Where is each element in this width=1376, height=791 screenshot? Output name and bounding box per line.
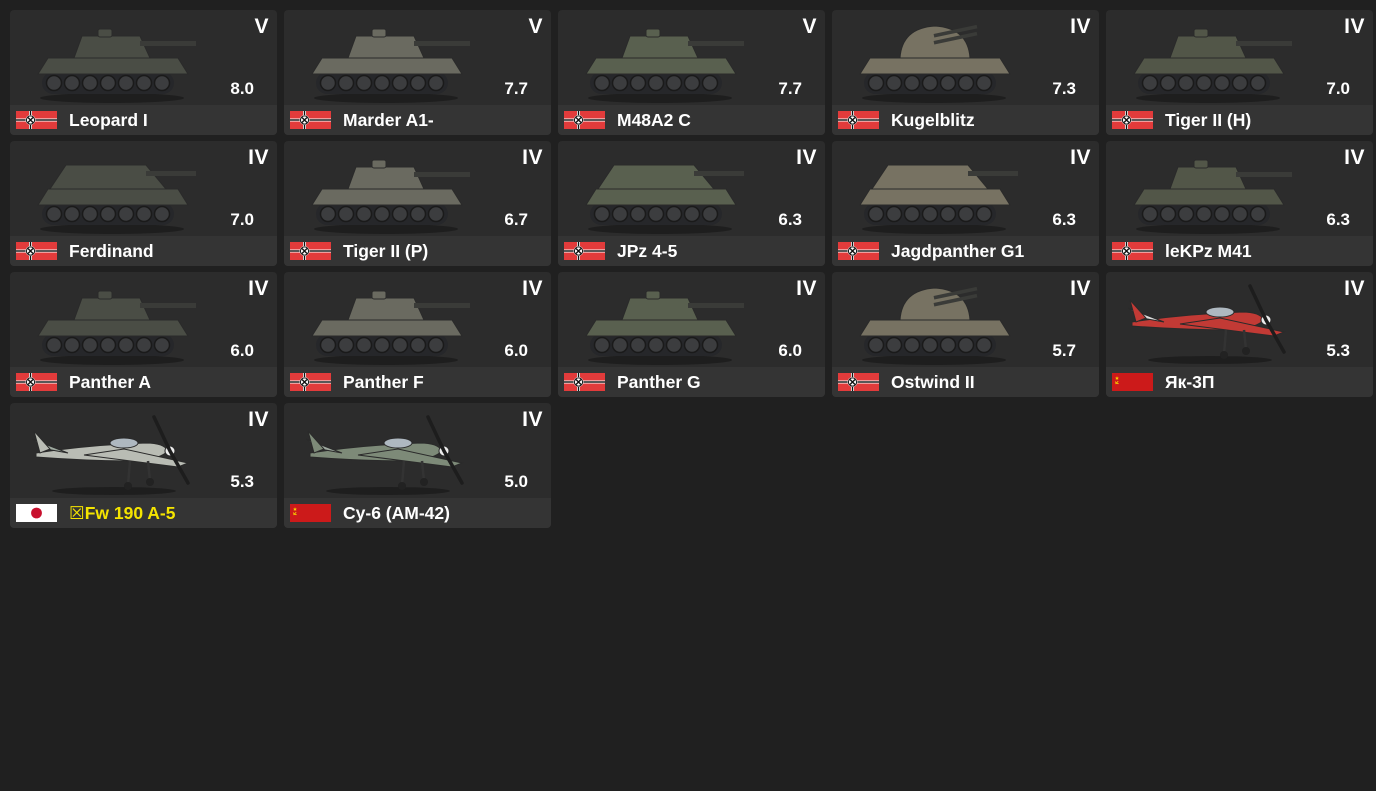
vehicle-card[interactable]: IV 6.0 Panther F	[284, 272, 551, 397]
vehicle-card[interactable]: IV 6.3 JPz 4-5	[558, 141, 825, 266]
battle-rating: 8.0	[230, 79, 254, 98]
vehicle-name: Ferdinand	[69, 241, 154, 261]
vehicle-name: JPz 4-5	[617, 241, 678, 261]
vehicle-name: Panther G	[617, 372, 701, 392]
vehicle-name: leKPz M41	[1165, 241, 1252, 261]
vehicle-name: Panther F	[343, 372, 424, 392]
vehicle-rank: IV	[522, 408, 543, 431]
vehicle-card[interactable]: V 7.7 M48A2 C	[558, 10, 825, 135]
vehicle-rank: IV	[248, 277, 269, 300]
vehicle-card[interactable]: IV 7.0 Tiger II (H)	[1106, 10, 1373, 135]
vehicle-rank: IV	[796, 146, 817, 169]
vehicle-card[interactable]: IV 6.7 Tiger II (P)	[284, 141, 551, 266]
vehicle-rank: V	[254, 15, 269, 38]
battle-rating: 6.0	[778, 341, 802, 360]
vehicle-name: Су-6 (АМ-42)	[343, 503, 450, 523]
battle-rating: 5.0	[504, 472, 528, 491]
vehicle-rank: IV	[248, 146, 269, 169]
battle-rating: 6.3	[778, 210, 802, 229]
vehicle-name: Ostwind II	[891, 372, 975, 392]
battle-rating: 6.3	[1326, 210, 1350, 229]
battle-rating: 5.7	[1052, 341, 1076, 360]
vehicle-rank: IV	[1070, 277, 1091, 300]
vehicle-card[interactable]: IV 6.3 leKPz M41	[1106, 141, 1373, 266]
vehicle-name: Tiger II (P)	[343, 241, 429, 261]
battle-rating: 5.3	[230, 472, 254, 491]
vehicle-card[interactable]: IV 7.0 Ferdinand	[10, 141, 277, 266]
vehicle-name: Як-3П	[1165, 372, 1215, 392]
vehicle-name: Panther A	[69, 372, 152, 392]
vehicle-card[interactable]: IV 6.3 Jagdpanther G1	[832, 141, 1099, 266]
vehicle-name: Kugelblitz	[891, 110, 975, 130]
battle-rating: 5.3	[1326, 341, 1350, 360]
battle-rating: 7.3	[1052, 79, 1076, 98]
battle-rating: 6.0	[230, 341, 254, 360]
vehicle-card[interactable]: IV 7.3 Kugelblitz	[832, 10, 1099, 135]
vehicle-card[interactable]: IV 6.0 Panther G	[558, 272, 825, 397]
vehicle-name: Jagdpanther G1	[891, 241, 1025, 261]
vehicle-card[interactable]: IV 5.3 ☒Fw 190 A-5	[10, 403, 277, 528]
vehicle-rank: IV	[248, 408, 269, 431]
vehicle-name: Marder A1-	[343, 110, 434, 130]
battle-rating: 7.0	[230, 210, 254, 229]
vehicle-grid: V 8.0 Leopard I V 7.7 Marder A1- V 7.7 M48A2 C IV…	[10, 10, 1373, 528]
vehicle-rank: IV	[522, 146, 543, 169]
vehicle-rank: IV	[1344, 15, 1365, 38]
vehicle-name: Tiger II (H)	[1165, 110, 1252, 130]
vehicle-name: Leopard I	[69, 110, 148, 130]
vehicle-card[interactable]: IV 5.0 Су-6 (АМ-42)	[284, 403, 551, 528]
battle-rating: 7.0	[1326, 79, 1350, 98]
vehicle-card[interactable]: V 7.7 Marder A1-	[284, 10, 551, 135]
vehicle-rank: V	[802, 15, 817, 38]
vehicle-rank: IV	[522, 277, 543, 300]
battle-rating: 7.7	[504, 79, 528, 98]
vehicle-rank: IV	[1070, 15, 1091, 38]
vehicle-rank: IV	[1344, 146, 1365, 169]
vehicle-rank: IV	[1070, 146, 1091, 169]
vehicle-rank: IV	[1344, 277, 1365, 300]
vehicle-card[interactable]: IV 6.0 Panther A	[10, 272, 277, 397]
vehicle-card[interactable]: IV 5.7 Ostwind II	[832, 272, 1099, 397]
battle-rating: 6.3	[1052, 210, 1076, 229]
battle-rating: 6.7	[504, 210, 528, 229]
battle-rating: 6.0	[504, 341, 528, 360]
vehicle-rank: IV	[796, 277, 817, 300]
vehicle-rank: V	[528, 15, 543, 38]
vehicle-name: M48A2 C	[617, 110, 691, 130]
vehicle-card[interactable]: V 8.0 Leopard I	[10, 10, 277, 135]
battle-rating: 7.7	[778, 79, 802, 98]
vehicle-card[interactable]: IV 5.3 Як-3П	[1106, 272, 1373, 397]
vehicle-name: ☒Fw 190 A-5	[69, 503, 176, 523]
